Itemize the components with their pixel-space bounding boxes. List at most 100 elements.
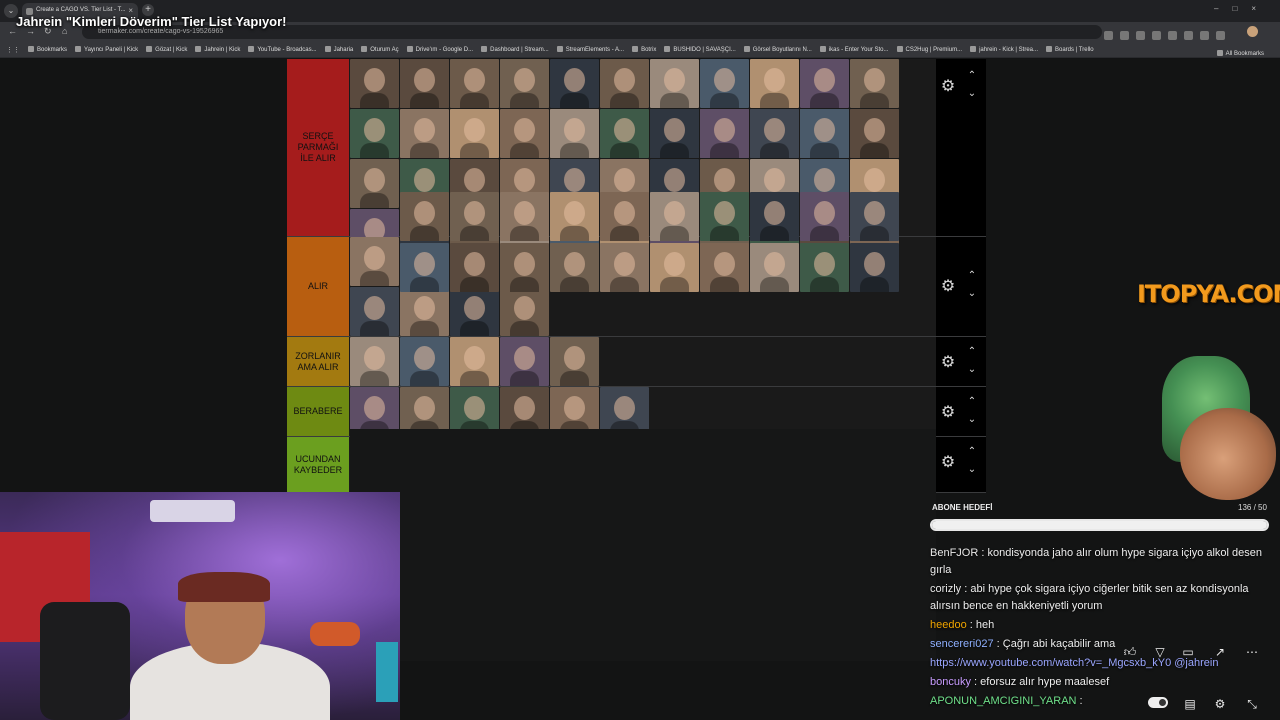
autoplay-toggle[interactable] bbox=[1148, 697, 1168, 708]
tier-image-tile[interactable] bbox=[800, 59, 849, 108]
chat-username[interactable]: corizly bbox=[930, 583, 961, 595]
pool-image-tile[interactable] bbox=[600, 109, 649, 158]
tier-image-tile[interactable] bbox=[400, 287, 449, 336]
pool-image-tile[interactable] bbox=[550, 109, 599, 158]
pool-image-tile[interactable] bbox=[500, 243, 549, 292]
bookmark-item[interactable]: YouTube - Broadcas... bbox=[248, 42, 317, 53]
bookmark-item[interactable]: jahrein - Kick | Strea... bbox=[970, 42, 1038, 53]
pool-image-tile[interactable] bbox=[450, 243, 499, 292]
thumbs-up-icon[interactable]: 👍︎ bbox=[1122, 644, 1138, 660]
chevron-down-icon[interactable]: ⌄ bbox=[966, 365, 978, 375]
subtitles-icon[interactable]: ▤ bbox=[1182, 696, 1198, 712]
bookmark-item[interactable]: Bookmarks bbox=[28, 42, 67, 53]
bookmark-item[interactable]: Boards | Trello bbox=[1046, 42, 1094, 53]
chevron-up-icon[interactable]: ⌃ bbox=[966, 271, 978, 281]
pool-image-tile[interactable] bbox=[450, 192, 499, 241]
tier-image-tile[interactable] bbox=[350, 159, 399, 208]
extension-icon[interactable] bbox=[1136, 31, 1145, 40]
pool-image-tile[interactable] bbox=[850, 192, 899, 241]
chat-username[interactable]: boncuky bbox=[930, 676, 971, 688]
tier-image-tile[interactable] bbox=[450, 287, 499, 336]
bookmark-item[interactable]: CS2Hug | Premium... bbox=[896, 42, 962, 53]
extension-icon[interactable] bbox=[1184, 31, 1193, 40]
chevron-up-icon[interactable]: ⌃ bbox=[966, 347, 978, 357]
chevron-down-icon[interactable]: ⌄ bbox=[966, 465, 978, 475]
bookmark-item[interactable]: Dashboard | Stream... bbox=[481, 42, 549, 53]
gear-icon[interactable]: ⚙ bbox=[940, 455, 956, 471]
bookmark-item[interactable]: Görsel Boyutlarını N... bbox=[743, 42, 812, 53]
tier-image-tile[interactable] bbox=[350, 287, 399, 336]
tier-image-tile[interactable] bbox=[550, 59, 599, 108]
pool-image-tile[interactable] bbox=[400, 192, 449, 241]
pool-image-tile[interactable] bbox=[800, 243, 849, 292]
bookmark-item[interactable]: Drive'ım - Google D... bbox=[406, 42, 473, 53]
thumbs-down-icon[interactable]: ▽ bbox=[1152, 644, 1168, 660]
tier-image-tile[interactable] bbox=[350, 337, 399, 386]
pool-image-tile[interactable] bbox=[650, 243, 699, 292]
chat-username[interactable]: heedoo bbox=[930, 619, 967, 631]
puzzle-icon[interactable] bbox=[1216, 31, 1225, 40]
chevron-up-icon[interactable]: ⌃ bbox=[966, 71, 978, 81]
tier-image-tile[interactable] bbox=[500, 287, 549, 336]
pool-image-tile[interactable] bbox=[800, 192, 849, 241]
exit-fullscreen-icon[interactable]: ⤡ bbox=[1244, 696, 1260, 712]
tier-image-tile[interactable] bbox=[700, 59, 749, 108]
pool-image-tile[interactable] bbox=[850, 243, 899, 292]
tier-image-tile[interactable] bbox=[450, 337, 499, 386]
pool-image-tile[interactable] bbox=[750, 192, 799, 241]
settings-icon[interactable]: ⚙ bbox=[1212, 696, 1228, 712]
pool-image-tile[interactable] bbox=[600, 243, 649, 292]
pool-image-tile[interactable] bbox=[650, 192, 699, 241]
pool-image-tile[interactable] bbox=[550, 243, 599, 292]
tier-image-tile[interactable] bbox=[550, 337, 599, 386]
pool-image-tile[interactable] bbox=[650, 109, 699, 158]
pool-image-tile[interactable] bbox=[700, 192, 749, 241]
tier-image-tile[interactable] bbox=[350, 59, 399, 108]
bookmark-item[interactable]: Yayıncı Paneli | Kick bbox=[75, 42, 138, 53]
pool-image-tile[interactable] bbox=[400, 109, 449, 158]
chat-username[interactable]: BenFJOR bbox=[930, 547, 978, 559]
chat-username[interactable]: APONUN_AMCIGINI_YARAN bbox=[930, 695, 1077, 707]
zoom-icon[interactable] bbox=[1104, 31, 1113, 40]
tier-image-tile[interactable] bbox=[500, 337, 549, 386]
chevron-down-icon[interactable]: ⌄ bbox=[966, 289, 978, 299]
pool-image-tile[interactable] bbox=[750, 243, 799, 292]
apps-grid-icon[interactable]: ⋮⋮ bbox=[6, 46, 20, 54]
pool-image-tile[interactable] bbox=[400, 59, 449, 108]
chevron-down-icon[interactable]: ⌄ bbox=[966, 415, 978, 425]
tier-image-tile[interactable] bbox=[850, 59, 899, 108]
chevron-down-icon[interactable]: ⌄ bbox=[966, 89, 978, 99]
star-icon[interactable] bbox=[1120, 31, 1129, 40]
pool-image-tile[interactable] bbox=[750, 109, 799, 158]
tier-image-tile[interactable] bbox=[350, 109, 399, 158]
pool-image-tile[interactable] bbox=[500, 192, 549, 241]
extension-icon[interactable] bbox=[1200, 31, 1209, 40]
pool-image-tile[interactable] bbox=[700, 109, 749, 158]
pool-image-tile[interactable] bbox=[700, 243, 749, 292]
pool-image-tile[interactable] bbox=[550, 192, 599, 241]
chat-username[interactable]: sencereri027 bbox=[930, 638, 994, 650]
tier-image-tile[interactable] bbox=[400, 337, 449, 386]
profile-avatar[interactable] bbox=[1247, 26, 1258, 37]
tier-label[interactable]: BERABERE bbox=[287, 387, 349, 436]
tier-image-tile[interactable] bbox=[650, 59, 699, 108]
tier-image-tile[interactable] bbox=[750, 59, 799, 108]
window-controls[interactable]: –□× bbox=[1214, 4, 1270, 13]
bookmark-item[interactable]: Gözat | Kick bbox=[146, 42, 187, 53]
tier-label[interactable]: UCUNDAN KAYBEDER bbox=[287, 437, 349, 492]
gear-icon[interactable]: ⚙ bbox=[940, 79, 956, 95]
bookmark-item[interactable]: Jahrein | Kick bbox=[195, 42, 240, 53]
pool-image-tile[interactable] bbox=[600, 192, 649, 241]
pool-image-tile[interactable] bbox=[500, 109, 549, 158]
bookmark-item[interactable]: Oturum Aç bbox=[361, 42, 399, 53]
tier-label[interactable]: ZORLANIR AMA ALIR bbox=[287, 337, 349, 386]
extension-icon[interactable] bbox=[1168, 31, 1177, 40]
bookmark-item[interactable]: StreamElements - A... bbox=[556, 42, 624, 53]
share-icon[interactable]: ↗ bbox=[1212, 644, 1228, 660]
comment-icon[interactable]: ▭ bbox=[1180, 644, 1196, 660]
chevron-up-icon[interactable]: ⌃ bbox=[966, 447, 978, 457]
tier-image-tile[interactable] bbox=[600, 59, 649, 108]
pool-image-tile[interactable] bbox=[800, 109, 849, 158]
pool-image-tile[interactable] bbox=[400, 243, 449, 292]
more-icon[interactable]: ⋯ bbox=[1244, 644, 1260, 660]
